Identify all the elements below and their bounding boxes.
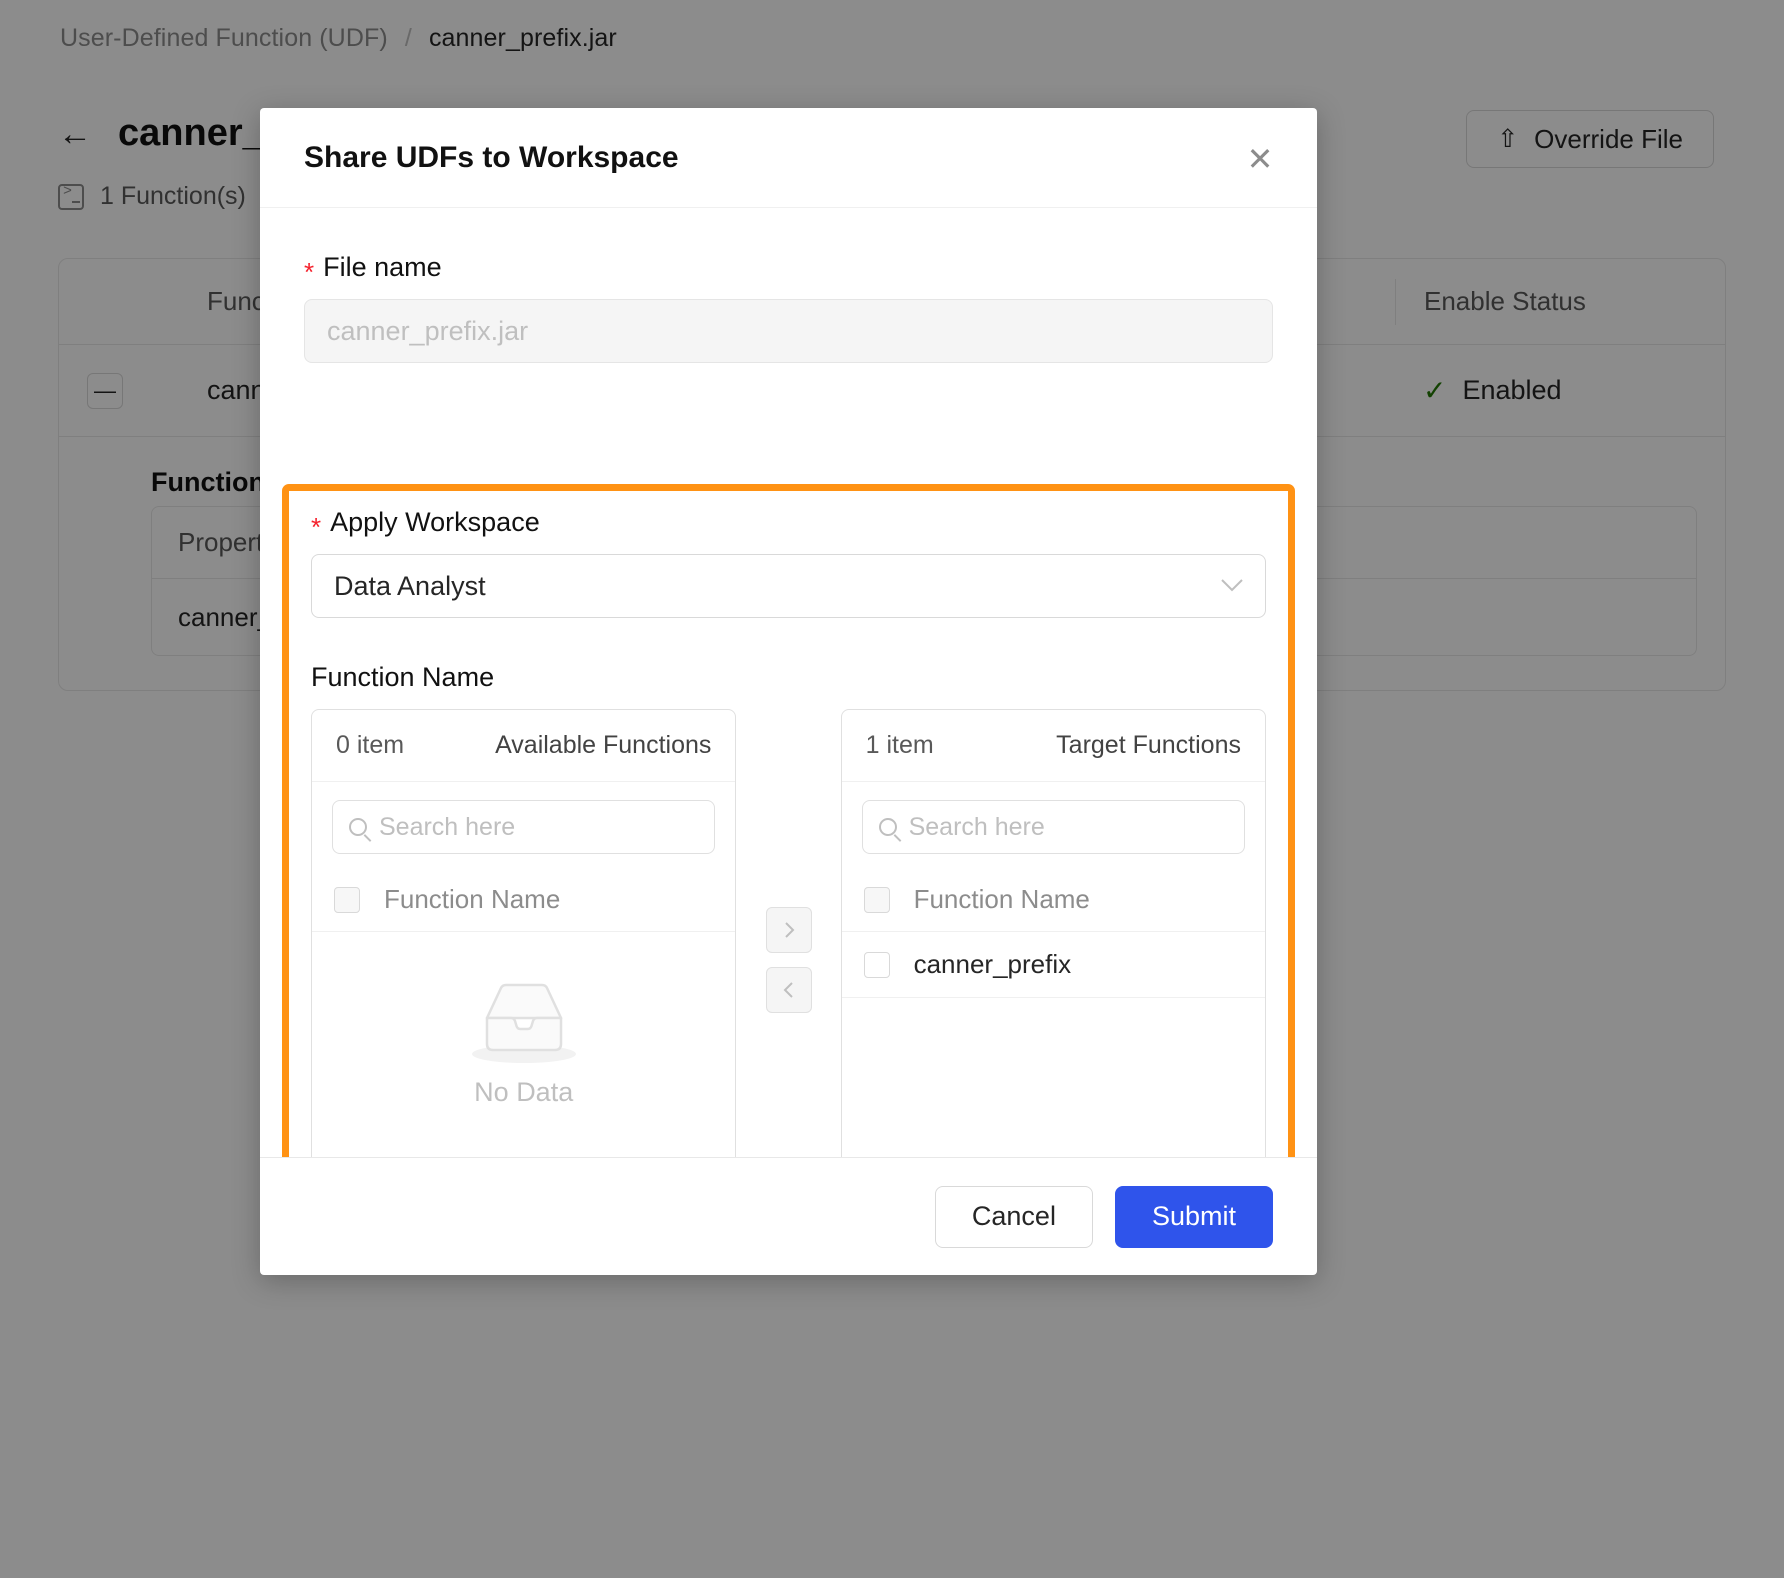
available-column-header: Function Name [384, 884, 561, 914]
target-panel-title: Target Functions [1056, 731, 1241, 759]
share-udfs-dialog: Share UDFs to Workspace ✕ * File name ca… [260, 108, 1317, 1275]
target-select-all-checkbox[interactable] [863, 886, 890, 913]
available-panel-title: Available Functions [495, 731, 712, 759]
dialog-header: Share UDFs to Workspace ✕ [260, 108, 1317, 208]
available-item-count: 0 item [336, 731, 405, 759]
dialog-footer: Cancel Submit [260, 1157, 1317, 1275]
target-search-placeholder: Search here [908, 812, 1045, 841]
available-panel-header: 0 item Available Functions [312, 710, 736, 782]
target-item-label: canner_prefix [913, 949, 1072, 979]
chevron-down-icon [1219, 575, 1245, 597]
target-functions-panel: 1 item Target Functions Search here Func… [840, 709, 1266, 1157]
apply-workspace-highlight-region: * Apply Workspace Data Analyst Function … [282, 484, 1295, 1157]
available-empty-state: No Data [312, 974, 735, 1108]
dialog-body: * File name canner_prefix.jar * Apply Wo… [260, 208, 1317, 1157]
target-item-count: 1 item [865, 731, 934, 759]
required-asterisk-icon: * [304, 257, 315, 287]
apply-workspace-select[interactable]: Data Analyst [311, 554, 1266, 618]
cancel-button[interactable]: Cancel [934, 1185, 1093, 1248]
target-item-checkbox[interactable] [863, 951, 890, 978]
available-search-input[interactable]: Search here [332, 800, 716, 854]
dialog-title: Share UDFs to Workspace [304, 140, 679, 174]
list-item[interactable]: canner_prefix [841, 932, 1265, 998]
available-functions-panel: 0 item Available Functions Search here F… [311, 709, 737, 1157]
target-list-body [842, 998, 1265, 1157]
file-name-label-row: * File name [304, 252, 1273, 287]
submit-button[interactable]: Submit [1114, 1185, 1273, 1248]
target-list-header: Function Name [841, 868, 1265, 932]
target-search-wrapper: Search here [842, 782, 1265, 868]
move-left-button[interactable] [765, 967, 812, 1013]
move-right-button[interactable] [765, 907, 812, 953]
apply-workspace-label-row: * Apply Workspace [311, 507, 1266, 542]
required-asterisk-icon: * [311, 512, 322, 542]
apply-workspace-label: Apply Workspace [330, 507, 540, 537]
file-name-input[interactable]: canner_prefix.jar [304, 299, 1273, 363]
close-icon[interactable]: ✕ [1243, 143, 1277, 178]
apply-workspace-selected-value: Data Analyst [334, 570, 486, 601]
transfer-buttons [736, 709, 840, 1013]
available-search-wrapper: Search here [312, 782, 735, 868]
target-search-input[interactable]: Search here [861, 800, 1245, 854]
empty-box-icon [465, 974, 583, 1071]
target-panel-header: 1 item Target Functions [841, 710, 1265, 782]
available-list-body: No Data [312, 932, 735, 1157]
empty-state-text: No Data [474, 1077, 574, 1107]
search-icon [349, 818, 367, 836]
transfer-control: 0 item Available Functions Search here F… [311, 709, 1266, 1157]
function-name-section-label: Function Name [311, 662, 495, 692]
file-name-label: File name [323, 252, 442, 282]
available-select-all-checkbox[interactable] [334, 886, 360, 913]
search-icon [878, 818, 897, 836]
file-name-value: canner_prefix.jar [327, 315, 529, 346]
available-search-placeholder: Search here [379, 812, 516, 841]
available-list-header: Function Name [312, 868, 736, 932]
target-column-header: Function Name [913, 884, 1090, 914]
